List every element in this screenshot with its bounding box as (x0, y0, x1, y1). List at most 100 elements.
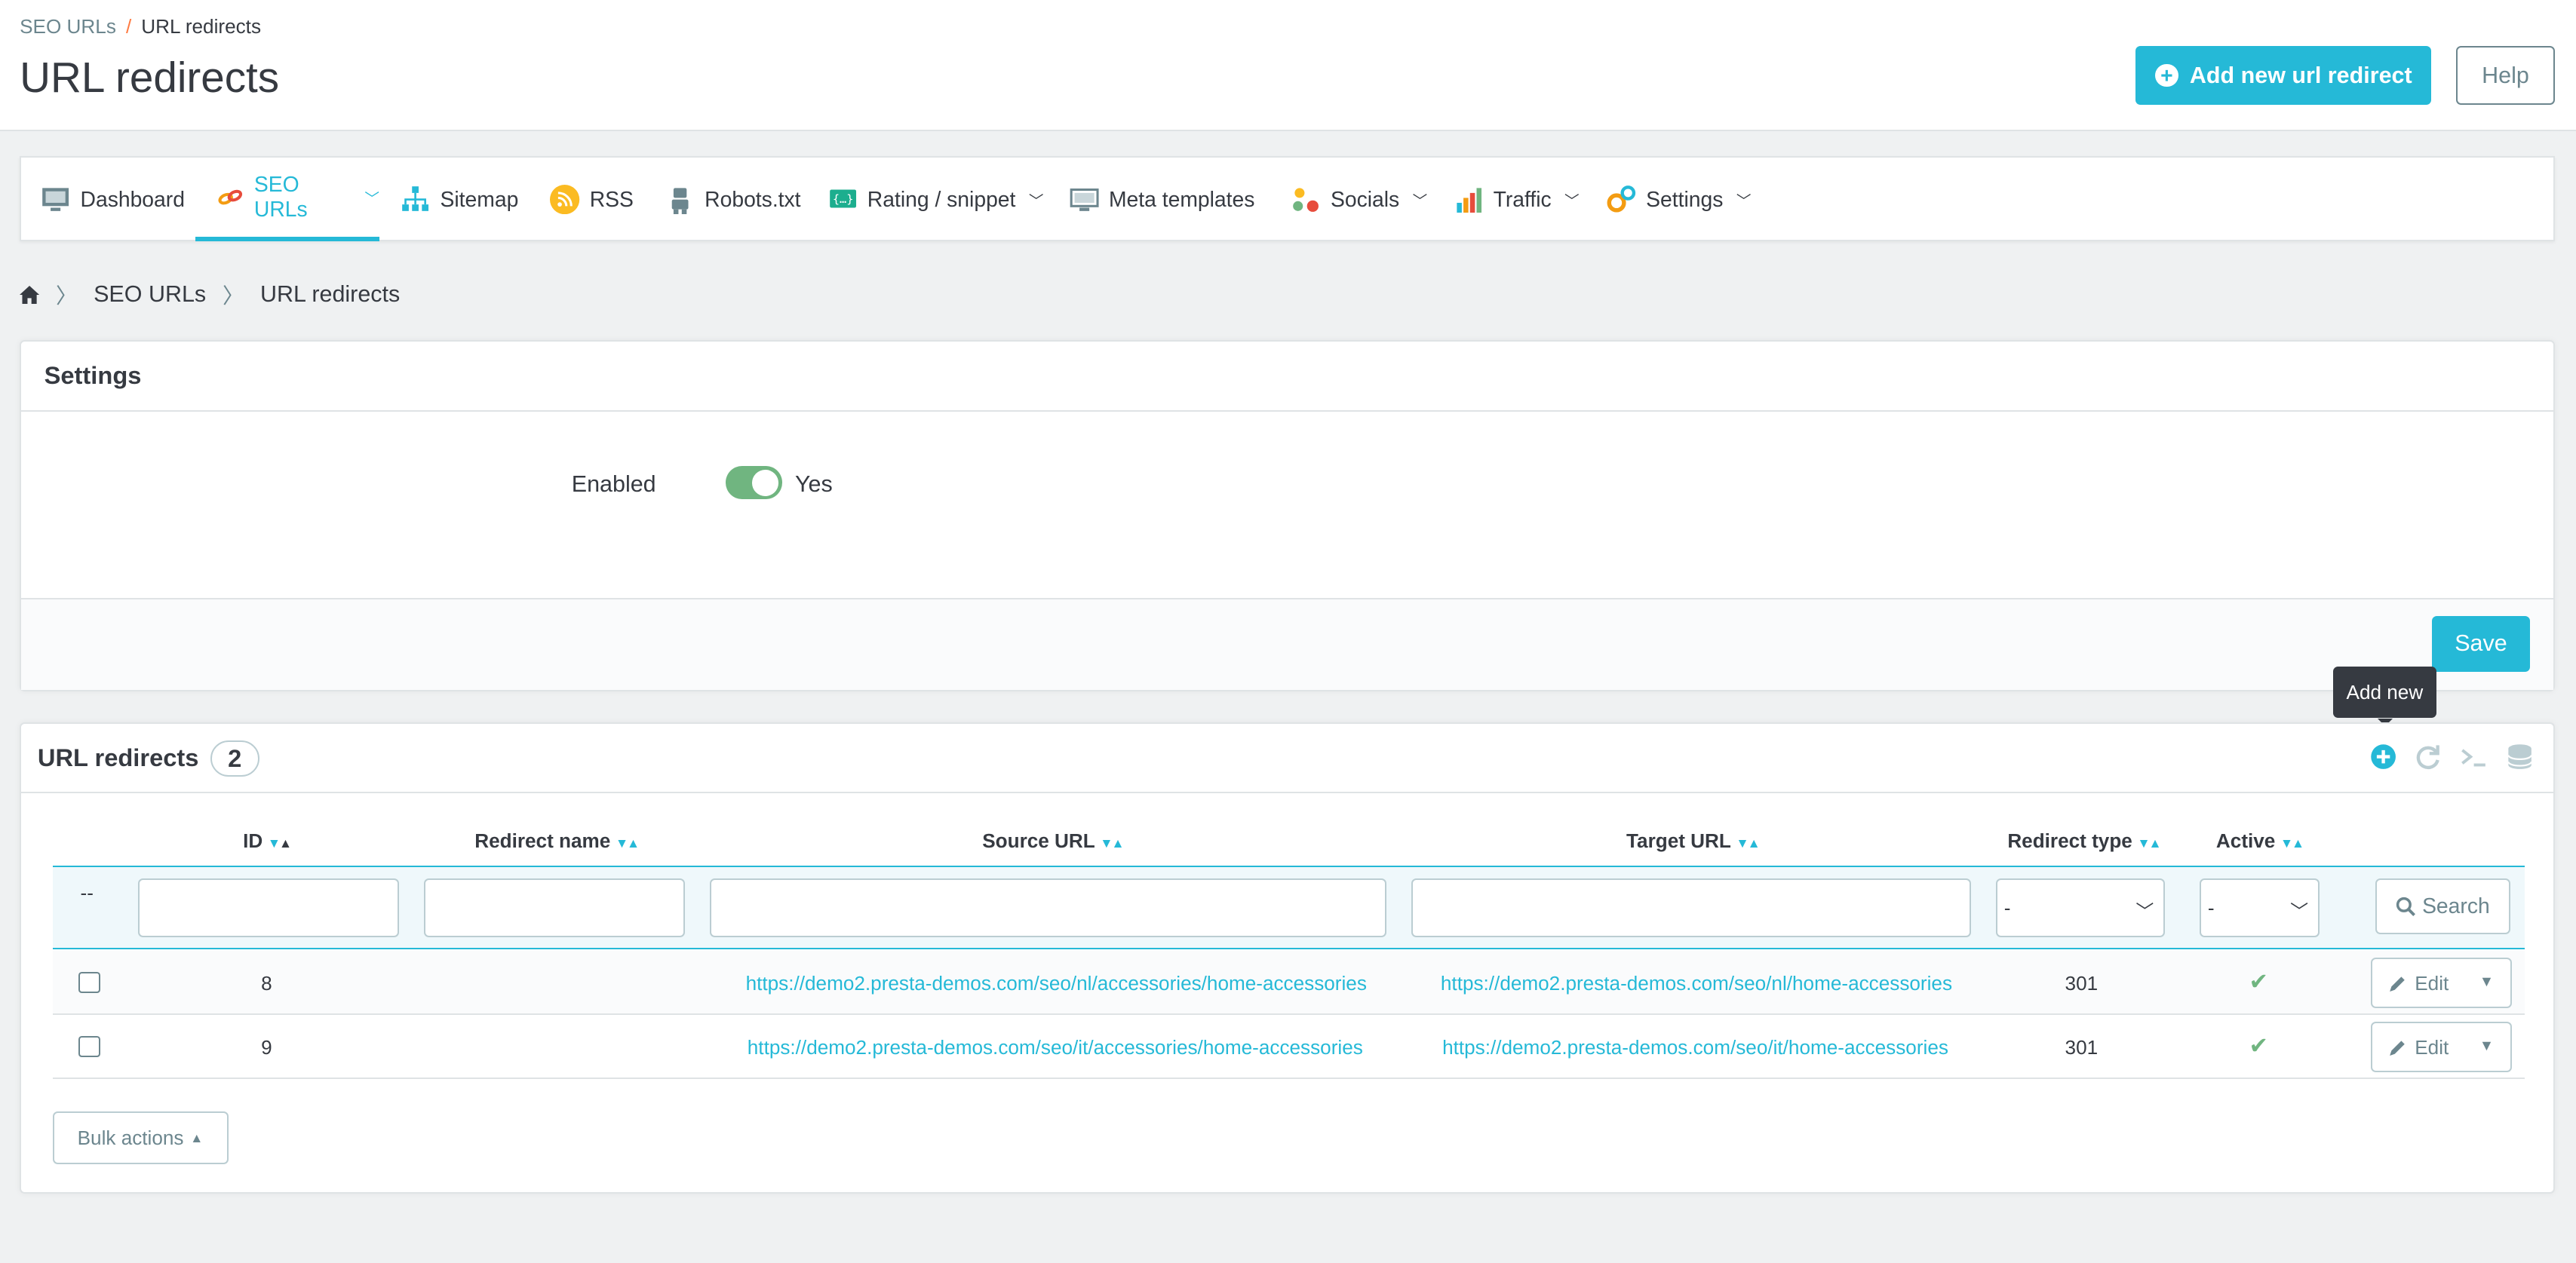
tab-label: Rating / snippet (867, 186, 1016, 211)
cell-redirect-type: 301 (2065, 1036, 2099, 1059)
tab-dashboard[interactable]: Dashboard (41, 158, 185, 241)
breadcrumb-item-seo-urls[interactable]: SEO URLs (94, 281, 206, 308)
filter-dash: -- (80, 881, 94, 905)
tab-label: Socials (1330, 186, 1400, 211)
sort-arrows-icon[interactable]: ▼▲ (2137, 835, 2161, 851)
home-icon[interactable] (20, 285, 40, 304)
tab-settings[interactable]: Settings ﹀ (1607, 158, 1752, 241)
search-button[interactable]: Search (2375, 878, 2510, 934)
chevron-right-icon: 〉 (222, 284, 244, 308)
code-icon: {…} (829, 189, 856, 208)
list-panel-heading: URL redirects 2 (21, 724, 2553, 793)
chevron-down-icon: ﹀ (2135, 901, 2154, 922)
tab-label: Dashboard (80, 186, 185, 211)
cell-redirect-type: 301 (2065, 972, 2099, 995)
sort-arrows-icon[interactable]: ▼▲ (1736, 835, 1760, 851)
active-check-icon[interactable]: ✔ (2249, 1033, 2268, 1059)
filter-source-url-input[interactable] (709, 878, 1387, 938)
tab-seo-urls[interactable]: SEO URLs ﹀ (195, 158, 379, 241)
enabled-row: Enabled Yes (21, 464, 2553, 504)
count-badge: 2 (210, 740, 259, 777)
add-new-url-redirect-button[interactable]: + Add new url redirect (2135, 45, 2432, 106)
tab-sitemap[interactable]: Sitemap (401, 158, 518, 241)
tab-label: Meta templates (1108, 186, 1255, 211)
save-button[interactable]: Save (2431, 615, 2531, 672)
filter-target-url-input[interactable] (1411, 878, 1972, 938)
filter-active-select[interactable]: - ﹀ (2200, 878, 2320, 938)
tab-traffic[interactable]: Traffic ﹀ (1454, 158, 1580, 241)
column-header-source-url[interactable]: Source URL ▼▲ (982, 829, 1124, 853)
filter-redirect-name-input[interactable] (423, 878, 686, 938)
edit-button[interactable]: Edit ▼ (2370, 957, 2512, 1009)
header-breadcrumb-seo-urls[interactable]: SEO URLs (20, 15, 116, 38)
caret-down-icon[interactable]: ▼ (2479, 1038, 2494, 1055)
chevron-down-icon: ﹀ (1412, 192, 1428, 210)
tab-robots[interactable]: Robots.txt (665, 158, 801, 241)
tab-rss[interactable]: RSS (550, 158, 634, 241)
enabled-label: Enabled (571, 471, 656, 497)
tab-label: Sitemap (440, 186, 519, 211)
tab-rating-snippet[interactable]: {…} Rating / snippet ﹀ (828, 158, 1043, 241)
tab-label: Settings (1646, 186, 1724, 211)
table-header: ID ▼▲ Redirect name ▼▲ Source URL ▼▲ Target… (53, 820, 2525, 866)
tab-meta-templates[interactable]: Meta templates (1070, 158, 1255, 241)
link-icon (218, 189, 243, 205)
row-checkbox[interactable] (78, 1036, 100, 1058)
page-title: URL redirects (20, 53, 280, 101)
cell-target-url[interactable]: https://demo2.presta-demos.com/seo/it/ho… (1442, 1036, 1948, 1059)
sort-arrows-icon[interactable]: ▼▲ (2280, 835, 2304, 851)
column-header-active[interactable]: Active ▼▲ (2216, 829, 2304, 853)
page-header: SEO URLs / URL redirects URL redirects + A… (0, 0, 2576, 132)
column-header-id[interactable]: ID ▼▲ (243, 829, 292, 853)
header-breadcrumb: SEO URLs / URL redirects (20, 15, 261, 38)
refresh-icon[interactable] (2413, 742, 2442, 771)
database-icon[interactable] (2505, 742, 2535, 771)
column-header-target-url[interactable]: Target URL ▼▲ (1626, 829, 1761, 853)
chevron-down-icon: ﹀ (364, 190, 379, 207)
column-header-redirect-name[interactable]: Redirect name ▼▲ (474, 829, 640, 853)
sort-arrows-icon[interactable]: ▼▲ (268, 835, 292, 851)
cell-id: 8 (261, 972, 272, 995)
tab-socials[interactable]: Socials ﹀ (1291, 158, 1428, 241)
chevron-down-icon: ﹀ (1564, 192, 1580, 210)
caret-up-icon: ▲ (190, 1130, 204, 1145)
table-row: 9 https://demo2.presta-demos.com/seo/it/… (52, 1015, 2525, 1079)
filter-redirect-type-select[interactable]: - ﹀ (1996, 878, 2166, 938)
cell-source-url[interactable]: https://demo2.presta-demos.com/seo/it/ac… (748, 1036, 1363, 1059)
tab-label: Robots.txt (705, 186, 801, 211)
cell-source-url[interactable]: https://demo2.presta-demos.com/seo/nl/ac… (746, 972, 1367, 995)
active-check-icon[interactable]: ✔ (2249, 969, 2268, 995)
chevron-down-icon: ﹀ (1736, 192, 1752, 210)
tab-label: RSS (589, 186, 634, 211)
plus-circle-icon: + (2155, 64, 2178, 87)
chevron-right-icon: 〉 (56, 284, 78, 308)
column-header-redirect-type[interactable]: Redirect type ▼▲ (2007, 829, 2161, 853)
monitor-icon (42, 188, 69, 211)
url-redirects-list-panel: URL redirects 2 ID ▼▲ Redirect name ▼▲ Sou… (20, 722, 2555, 1194)
edit-button[interactable]: Edit ▼ (2370, 1021, 2512, 1073)
tab-label: SEO URLs (253, 172, 308, 222)
pencil-icon (2390, 1041, 2406, 1056)
robot-icon (671, 188, 689, 215)
header-breadcrumb-current: URL redirects (141, 14, 262, 38)
screen-icon (1070, 188, 1099, 211)
help-button[interactable]: Help (2456, 45, 2555, 106)
settings-panel-title: Settings (21, 342, 2553, 412)
sitemap-icon (402, 186, 429, 211)
caret-down-icon[interactable]: ▼ (2479, 973, 2494, 991)
add-new-icon[interactable] (2369, 742, 2398, 771)
filter-id-input[interactable] (137, 878, 400, 938)
bulk-actions-button[interactable]: Bulk actions ▲ (52, 1111, 229, 1164)
enabled-toggle[interactable] (726, 466, 782, 499)
table-row: 8 https://demo2.presta-demos.com/seo/nl/… (52, 950, 2525, 1015)
gears-icon (1607, 185, 1636, 213)
breadcrumb-item-current: URL redirects (260, 281, 401, 308)
sort-arrows-icon[interactable]: ▼▲ (616, 835, 640, 851)
settings-panel: Settings Enabled Yes Save (20, 339, 2555, 691)
enabled-value: Yes (794, 471, 833, 497)
sql-query-icon[interactable] (2459, 742, 2488, 771)
row-checkbox[interactable] (78, 972, 100, 994)
cell-target-url[interactable]: https://demo2.presta-demos.com/seo/nl/ho… (1441, 972, 1952, 995)
sort-arrows-icon[interactable]: ▼▲ (1100, 835, 1124, 851)
rss-icon (550, 184, 580, 215)
